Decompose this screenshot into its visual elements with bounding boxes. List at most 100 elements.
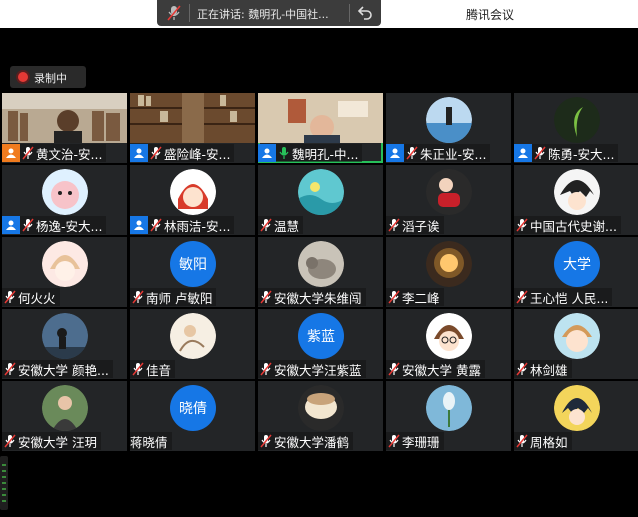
participant-name: 李二峰 — [402, 290, 440, 306]
participant-video — [258, 93, 383, 143]
participant-nameplate: 安徽大学朱维闯 — [258, 288, 366, 306]
current-speaker-bar[interactable]: 正在讲话: 魏明孔-中国社... — [157, 0, 381, 26]
participant-nameplate: 林雨洁-安... — [130, 216, 235, 234]
participant-text-avatar: 大学 — [554, 241, 600, 287]
participant-name: 林雨洁-安... — [164, 218, 231, 234]
cohost-badge-icon — [2, 216, 20, 234]
participant-avatar — [554, 97, 600, 143]
participant-tile[interactable]: 黄文治-安... — [2, 93, 127, 163]
cohost-badge-icon — [130, 216, 148, 234]
mic-off-icon — [132, 290, 144, 304]
participant-avatar — [426, 313, 472, 359]
mic-off-icon — [260, 362, 272, 376]
app-title: 腾讯会议 — [466, 8, 515, 22]
participant-tile[interactable]: 滔子诶 — [386, 165, 511, 235]
participant-text-avatar: 敏阳 — [170, 241, 216, 287]
participant-name: 盛险峰-安... — [164, 146, 231, 162]
participant-avatar — [298, 385, 344, 431]
participant-tile[interactable]: 陈勇-安大... — [514, 93, 638, 163]
participant-avatar — [42, 169, 88, 215]
mic-off-icon — [516, 434, 528, 448]
participant-name: 安徽大学汪紫蓝 — [274, 362, 362, 378]
participant-avatar — [42, 241, 88, 287]
recording-dot-icon — [18, 72, 28, 82]
volume-meter — [0, 456, 8, 510]
participant-tile[interactable]: 林剑雄 — [514, 309, 638, 379]
participant-tile[interactable]: 大学 王心恺 人民... — [514, 237, 638, 307]
participant-nameplate: 盛险峰-安... — [130, 144, 235, 162]
participant-name: 南师 卢敏阳 — [146, 290, 213, 306]
participant-tile[interactable]: 敏阳 南师 卢敏阳 — [130, 237, 255, 307]
participant-tile[interactable]: 李二峰 — [386, 237, 511, 307]
participant-name: 林剑雄 — [530, 362, 568, 378]
mic-off-icon — [4, 362, 16, 376]
participant-tile[interactable]: 李珊珊 — [386, 381, 511, 451]
mic-off-icon — [534, 146, 546, 160]
participant-tile[interactable]: 周格如 — [514, 381, 638, 451]
mic-off-icon[interactable] — [165, 4, 183, 22]
participant-avatar — [426, 169, 472, 215]
participant-avatar — [42, 313, 88, 359]
mic-off-icon — [4, 434, 16, 448]
participant-tile[interactable]: 安徽大学 汪玥 — [2, 381, 127, 451]
participant-tile[interactable]: 温慧 — [258, 165, 383, 235]
mic-off-icon — [132, 362, 144, 376]
participant-nameplate: 佳音 — [130, 360, 176, 378]
participant-tile[interactable]: 晓倩 蒋晓倩 — [130, 381, 255, 451]
participant-tile[interactable]: 安徽大学 黄露 — [386, 309, 511, 379]
participant-nameplate: 温慧 — [258, 216, 304, 234]
participant-nameplate: 黄文治-安... — [2, 144, 107, 162]
participant-tile[interactable]: 盛险峰-安... — [130, 93, 255, 163]
participant-avatar — [170, 169, 216, 215]
mic-off-icon — [22, 146, 34, 160]
current-speaker-text: 正在讲话: 魏明孔-中国社... — [197, 8, 329, 21]
cohost-badge-icon — [258, 144, 276, 162]
participant-tile[interactable]: 林雨洁-安... — [130, 165, 255, 235]
participant-tile[interactable]: 何火火 — [2, 237, 127, 307]
recording-indicator[interactable]: 录制中 — [10, 66, 86, 88]
participant-tile[interactable]: 魏明孔-中... — [258, 93, 383, 163]
mic-off-icon — [516, 218, 528, 232]
participant-nameplate: 安徽大学 颜艳... — [2, 360, 113, 378]
participant-avatar — [554, 385, 600, 431]
participant-nameplate: 何火火 — [2, 288, 60, 306]
participant-nameplate: 陈勇-安大... — [514, 144, 619, 162]
mic-off-icon — [150, 218, 162, 232]
mic-off-icon — [22, 218, 34, 232]
participant-avatar — [170, 313, 216, 359]
participant-avatar — [426, 385, 472, 431]
participant-tile[interactable]: 紫蓝 安徽大学汪紫蓝 — [258, 309, 383, 379]
participant-name: 陈勇-安大... — [548, 146, 615, 162]
participant-name: 蒋晓倩 — [130, 434, 168, 450]
mic-off-icon — [260, 434, 272, 448]
mic-off-icon — [388, 218, 400, 232]
cohost-badge-icon — [386, 144, 404, 162]
participant-name: 王心恺 人民... — [530, 290, 609, 306]
participant-name: 李珊珊 — [402, 434, 440, 450]
participant-tile[interactable]: 杨逸-安大... — [2, 165, 127, 235]
participant-nameplate: 杨逸-安大... — [2, 216, 107, 234]
return-icon[interactable] — [355, 3, 375, 23]
mic-off-icon — [406, 146, 418, 160]
participant-nameplate: 安徽大学汪紫蓝 — [258, 360, 366, 378]
participant-nameplate: 李珊珊 — [386, 432, 444, 450]
participant-nameplate: 滔子诶 — [386, 216, 444, 234]
participant-tile[interactable]: 安徽大学潘鹤 — [258, 381, 383, 451]
participant-avatar — [426, 241, 472, 287]
participant-tile[interactable]: 佳音 — [130, 309, 255, 379]
participant-name: 周格如 — [530, 434, 568, 450]
participant-video — [130, 93, 255, 143]
participant-nameplate: 蒋晓倩 — [130, 432, 172, 450]
participant-name: 何火火 — [18, 290, 56, 306]
participant-avatar — [426, 97, 472, 143]
participant-tile[interactable]: 中国古代史谢... — [514, 165, 638, 235]
participant-tile[interactable]: 安徽大学 颜艳... — [2, 309, 127, 379]
participant-tile[interactable]: 朱正业-安... — [386, 93, 511, 163]
divider — [349, 4, 350, 22]
participant-name: 佳音 — [146, 362, 172, 378]
mic-off-icon — [388, 290, 400, 304]
participant-tile[interactable]: 安徽大学朱维闯 — [258, 237, 383, 307]
participant-nameplate: 李二峰 — [386, 288, 444, 306]
divider — [189, 4, 190, 22]
participant-name: 中国古代史谢... — [530, 218, 617, 234]
